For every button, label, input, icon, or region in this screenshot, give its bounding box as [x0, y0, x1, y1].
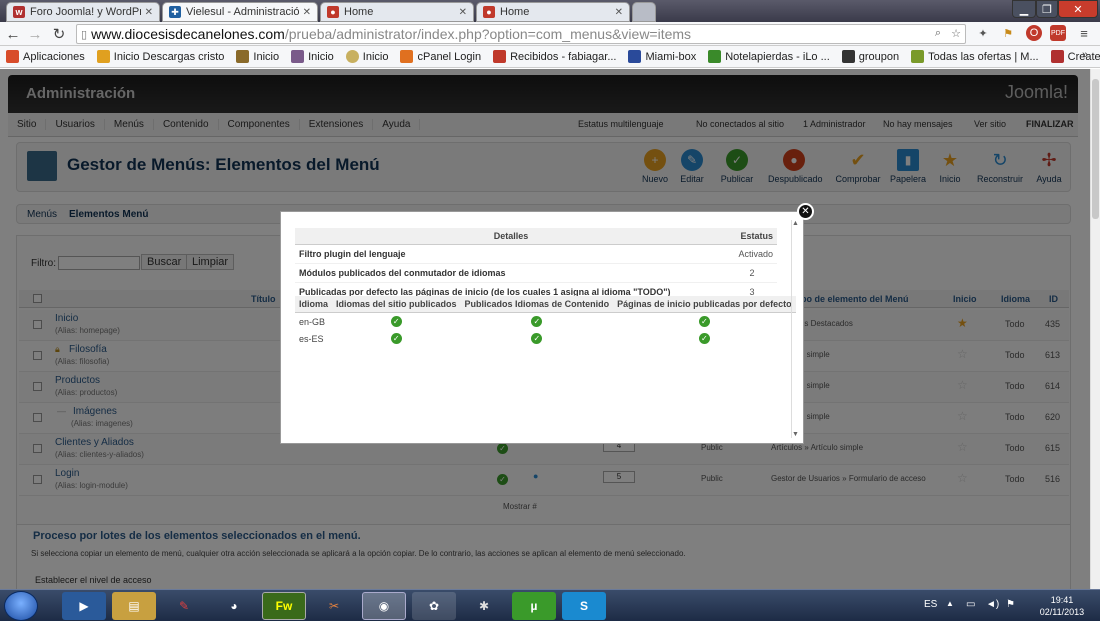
bookmark-icon [96, 50, 110, 63]
bookmark-item[interactable]: Inicio [236, 50, 279, 63]
extension-icon[interactable]: ✦ [975, 25, 991, 41]
bookmark-item[interactable]: Inicio Descargas cristo [96, 50, 224, 63]
multilanguage-status-modal: Detalles Estatus Filtro plugin del lengu… [280, 211, 804, 444]
drop-favicon-icon: ● [327, 6, 339, 18]
bookmark-icon [1050, 50, 1064, 63]
windows-taskbar: ▶ ▤ ✎ ◕ Fw ✂ ◉ ✿ ✱ µ S ES ▲ ▭ ◄) ⚑ 19:41… [0, 589, 1100, 621]
language-indicator[interactable]: ES [924, 599, 937, 610]
bookmark-icon [236, 50, 250, 63]
pdf-icon[interactable]: PDF [1050, 25, 1066, 41]
taskbar-clock[interactable]: 19:41 02/11/2013 [1032, 594, 1092, 618]
drop-favicon-icon: ● [483, 6, 495, 18]
bookmark-item[interactable]: Created by Camtasi... [1050, 50, 1100, 63]
close-icon[interactable]: ✕ [145, 7, 153, 18]
scroll-up-icon[interactable]: ▲ [792, 220, 799, 227]
bookmark-item[interactable]: Aplicaciones [6, 50, 85, 63]
modal-close-button[interactable]: ✕ [797, 203, 814, 220]
page-scrollbar[interactable] [1090, 69, 1100, 589]
skype-icon[interactable]: S [562, 592, 606, 620]
modal-scrollbar[interactable]: ▲ ▼ [791, 220, 799, 438]
gmail-icon [493, 50, 507, 63]
scrollbar-thumb[interactable] [1092, 79, 1099, 219]
forward-arrow-icon[interactable]: → [26, 25, 44, 43]
check-icon: ✓ [390, 333, 402, 344]
bookmark-icon [345, 50, 359, 63]
bookmark-item[interactable]: Recibidos - fabiagar... [493, 50, 616, 63]
details-header: Detalles [295, 228, 727, 245]
extension-icon[interactable]: ⚑ [1000, 25, 1016, 41]
app-icon[interactable]: ✂ [312, 592, 356, 620]
joomla-favicon-icon: ✚ [169, 6, 181, 18]
screen: w Foro Joomla! y WordPress ✕ ✚ Vielesul … [0, 0, 1100, 621]
explorer-folder-icon[interactable]: ▤ [112, 592, 156, 620]
check-icon: ✓ [531, 316, 543, 327]
apps-icon [6, 50, 19, 63]
check-icon: ✓ [531, 333, 543, 344]
bookmarks-bar: Aplicaciones Inicio Descargas cristo Ini… [0, 46, 1100, 68]
scroll-down-icon[interactable]: ▼ [792, 431, 799, 438]
browser-tab-bar: w Foro Joomla! y WordPress ✕ ✚ Vielesul … [0, 0, 1100, 22]
table-row: es-ES ✓ ✓ ✓ [295, 330, 796, 347]
bookmark-item[interactable]: Notelapierdas - iLo ... [708, 50, 830, 63]
groupon-icon [841, 50, 855, 63]
maximize-button[interactable]: ❐ [1036, 0, 1058, 18]
bookmark-item[interactable]: Todas las ofertas | M... [911, 50, 1039, 63]
opera-icon[interactable]: O [1026, 25, 1042, 41]
bookmark-icon [291, 50, 305, 63]
browser-tab-foro[interactable]: w Foro Joomla! y WordPress ✕ [6, 2, 160, 22]
close-window-button[interactable]: ✕ [1058, 0, 1098, 18]
media-player-icon[interactable]: ▶ [62, 592, 106, 620]
status-header: Estatus [727, 228, 777, 245]
tray-expand-icon[interactable]: ▲ [946, 599, 954, 608]
bookmark-item[interactable]: Inicio [345, 50, 388, 63]
start-button[interactable] [4, 591, 38, 621]
more-bookmarks-icon[interactable]: » [1082, 49, 1088, 61]
details-table: Detalles Estatus Filtro plugin del lengu… [295, 228, 777, 302]
search-icon[interactable]: ⌕ [930, 25, 946, 41]
volume-icon[interactable]: ◄) [986, 599, 999, 610]
browser-tab-home-1[interactable]: ● Home ✕ [320, 2, 474, 22]
check-icon: ✓ [390, 316, 402, 327]
app-icon[interactable]: ✱ [462, 592, 506, 620]
paint-icon[interactable]: ✿ [412, 592, 456, 620]
browser-toolbar: ← → ↻ ▯ www.diocesisdecanelones.com/prue… [0, 22, 1100, 46]
bookmark-item[interactable]: Miami-box [628, 50, 696, 63]
reload-icon[interactable]: ↻ [50, 25, 68, 43]
page-icon: ▯ [81, 28, 88, 41]
pen-app-icon[interactable]: ✎ [162, 592, 206, 620]
bookmark-icon [628, 50, 642, 63]
bookmark-item[interactable]: Inicio [291, 50, 334, 63]
flag-icon[interactable]: ⚑ [1006, 599, 1015, 610]
close-icon[interactable]: ✕ [615, 7, 623, 18]
check-icon: ✓ [698, 316, 710, 327]
bookmark-star-icon[interactable]: ☆ [948, 25, 964, 41]
browser-tab-home-2[interactable]: ● Home ✕ [476, 2, 630, 22]
address-bar[interactable]: ▯ www.diocesisdecanelones.com/prueba/adm… [76, 24, 966, 44]
back-arrow-icon[interactable]: ← [4, 25, 22, 43]
check-icon: ✓ [698, 333, 710, 344]
table-row: en-GB ✓ ✓ ✓ [295, 313, 796, 331]
languages-table: Idioma Idiomas del sitio publicados Publ… [295, 296, 796, 347]
picasa-icon[interactable]: ◕ [212, 592, 256, 620]
close-icon[interactable]: ✕ [459, 7, 467, 18]
bookmark-icon [708, 50, 722, 63]
cpanel-icon [400, 50, 414, 63]
joomla-favicon-icon: w [13, 6, 25, 18]
bookmark-item[interactable]: groupon [841, 50, 899, 63]
fireworks-icon[interactable]: Fw [262, 592, 306, 620]
minimize-button[interactable]: ▁ [1012, 0, 1036, 18]
bookmark-item[interactable]: cPanel Login [400, 50, 481, 63]
browser-tab-vielesul[interactable]: ✚ Vielesul - Administración ✕ [162, 2, 318, 22]
utorrent-icon[interactable]: µ [512, 592, 556, 620]
menu-icon[interactable]: ≡ [1076, 25, 1092, 41]
new-tab-button[interactable] [632, 2, 656, 22]
close-icon[interactable]: ✕ [303, 7, 311, 18]
network-icon[interactable]: ▭ [966, 599, 975, 610]
bookmark-icon [911, 50, 925, 63]
chrome-icon[interactable]: ◉ [362, 592, 406, 620]
